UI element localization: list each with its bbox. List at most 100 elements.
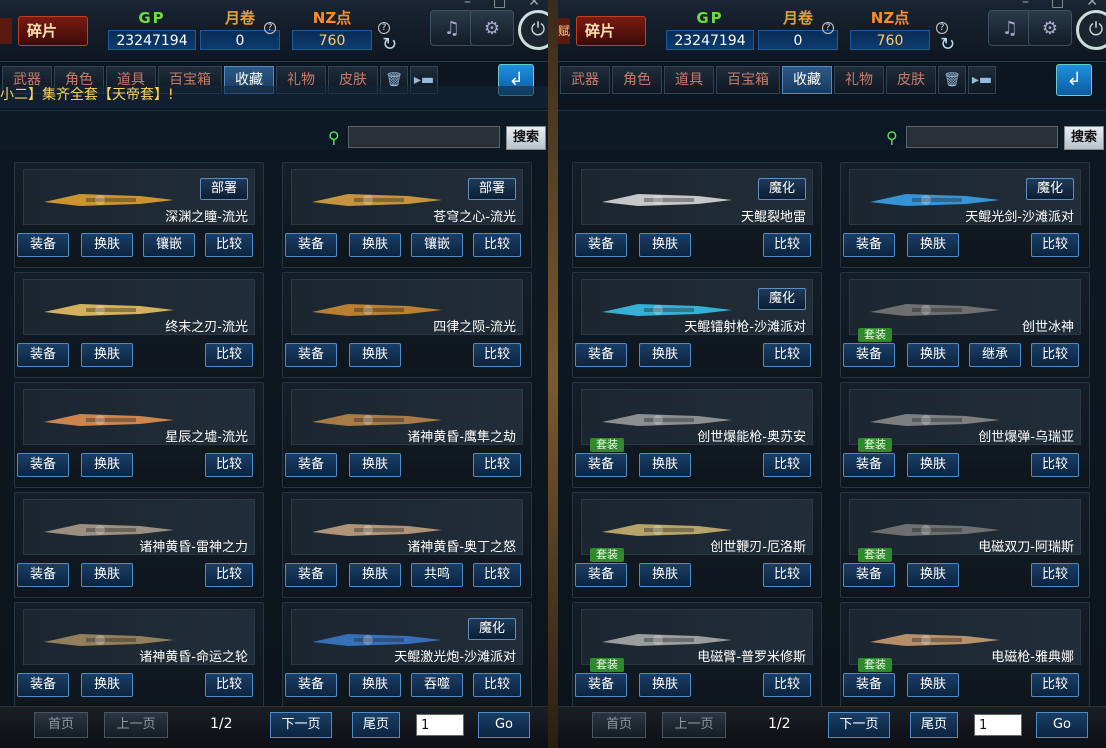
compare-button[interactable]: 比较: [473, 673, 521, 697]
gear-icon[interactable]: ⚙: [1028, 10, 1072, 46]
gear-icon[interactable]: ⚙: [470, 10, 514, 46]
compare-button[interactable]: 比较: [205, 233, 253, 257]
item-badge[interactable]: 魔化: [1025, 178, 1074, 200]
first-page-button[interactable]: 首页: [34, 712, 88, 738]
next-page-button[interactable]: 下一页: [270, 712, 332, 738]
equip-button[interactable]: 装备: [843, 343, 895, 367]
skin-button[interactable]: 换肤: [349, 453, 401, 477]
skin-button[interactable]: 换肤: [907, 233, 959, 257]
skin-button[interactable]: 换肤: [639, 563, 691, 587]
skin-button[interactable]: 换肤: [81, 233, 133, 257]
prev-page-button[interactable]: 上一页: [104, 712, 168, 738]
minimize-button[interactable]: –: [1022, 0, 1029, 10]
equip-button[interactable]: 装备: [575, 453, 627, 477]
skin-button[interactable]: 换肤: [639, 453, 691, 477]
compare-button[interactable]: 比较: [1031, 453, 1079, 477]
skin-button[interactable]: 换肤: [907, 343, 959, 367]
item-card[interactable]: 诸神黄昏-鹰隼之劫 装备 换肤 比较: [282, 382, 532, 488]
equip-button[interactable]: 装备: [843, 233, 895, 257]
next-page-button[interactable]: 下一页: [828, 712, 890, 738]
item-card[interactable]: 魔化 天鲲光剑-沙滩派对 装备 换肤 比较: [840, 162, 1090, 268]
skin-button[interactable]: 换肤: [907, 673, 959, 697]
skin-button[interactable]: 换肤: [907, 453, 959, 477]
item-card[interactable]: 套装 创世冰神 装备 换肤 继承 比较: [840, 272, 1090, 378]
compare-button[interactable]: 比较: [205, 673, 253, 697]
item-card[interactable]: 星辰之墟-流光 装备 换肤 比较: [14, 382, 264, 488]
item-card[interactable]: 部署 苍穹之心-流光 装备 换肤 镶嵌 比较: [282, 162, 532, 268]
item-card[interactable]: 套装 创世爆能枪-奥苏安 装备 换肤 比较: [572, 382, 822, 488]
ticket-help-icon[interactable]: ?: [264, 22, 276, 34]
close-window-button[interactable]: ✕: [528, 0, 540, 10]
equip-button[interactable]: 装备: [17, 453, 69, 477]
skin-button[interactable]: 换肤: [639, 673, 691, 697]
compare-button[interactable]: 比较: [1031, 233, 1079, 257]
skin-button[interactable]: 换肤: [349, 233, 401, 257]
item-card[interactable]: 诸神黄昏-命运之轮 装备 换肤 比较: [14, 602, 264, 708]
item-card[interactable]: 套装 电磁双刀-阿瑞斯 装备 换肤 比较: [840, 492, 1090, 598]
equip-button[interactable]: 装备: [843, 673, 895, 697]
skin-button[interactable]: 换肤: [639, 233, 691, 257]
compare-button[interactable]: 比较: [763, 563, 811, 587]
tab-4[interactable]: 收藏: [782, 66, 832, 94]
equip-button[interactable]: 装备: [285, 453, 337, 477]
compare-button[interactable]: 比较: [473, 563, 521, 587]
tab-6[interactable]: 皮肤: [886, 66, 936, 94]
item-card[interactable]: 终末之刃-流光 装备 换肤 比较: [14, 272, 264, 378]
tab-1[interactable]: 角色: [612, 66, 662, 94]
skin-button[interactable]: 换肤: [639, 343, 691, 367]
power-icon[interactable]: ⏻: [1076, 10, 1106, 50]
trash-icon[interactable]: 🗑: [938, 66, 966, 94]
close-window-button[interactable]: ✕: [1086, 0, 1098, 10]
item-card[interactable]: 魔化 天鲲裂地雷 装备 换肤 比较: [572, 162, 822, 268]
power-icon[interactable]: ⏻: [518, 10, 548, 50]
tab-5[interactable]: 礼物: [834, 66, 884, 94]
refresh-icon[interactable]: ↻: [382, 34, 397, 55]
cart-icon[interactable]: ♫: [988, 10, 1032, 46]
equip-button[interactable]: 装备: [17, 343, 69, 367]
fragments-tab[interactable]: 碎片: [576, 16, 646, 46]
skin-button[interactable]: 换肤: [81, 563, 133, 587]
maximize-button[interactable]: □: [1051, 0, 1064, 10]
item-card[interactable]: 套装 创世鞭刃-厄洛斯 装备 换肤 比较: [572, 492, 822, 598]
compare-button[interactable]: 比较: [1031, 563, 1079, 587]
item-badge[interactable]: 魔化: [757, 288, 806, 310]
item-card[interactable]: 套装 电磁枪-雅典娜 装备 换肤 比较: [840, 602, 1090, 708]
search-button[interactable]: 搜索: [1064, 126, 1104, 150]
extra-action-button[interactable]: 继承: [969, 343, 1021, 367]
page-number-input[interactable]: [974, 714, 1022, 736]
item-card[interactable]: 魔化 天鲲激光炮-沙滩派对 装备 换肤 吞噬 比较: [282, 602, 532, 708]
go-button[interactable]: Go: [478, 712, 530, 738]
compare-button[interactable]: 比较: [205, 343, 253, 367]
compare-button[interactable]: 比较: [205, 563, 253, 587]
item-card[interactable]: 套装 创世爆弹-乌瑞亚 装备 换肤 比较: [840, 382, 1090, 488]
compare-button[interactable]: 比较: [473, 233, 521, 257]
compare-button[interactable]: 比较: [205, 453, 253, 477]
item-badge[interactable]: 魔化: [467, 618, 516, 640]
go-button[interactable]: Go: [1036, 712, 1088, 738]
tab-2[interactable]: 道具: [664, 66, 714, 94]
extra-action-button[interactable]: 镶嵌: [143, 233, 195, 257]
item-card[interactable]: 四律之陨-流光 装备 换肤 比较: [282, 272, 532, 378]
skin-button[interactable]: 换肤: [81, 343, 133, 367]
compare-button[interactable]: 比较: [1031, 673, 1079, 697]
search-input[interactable]: [348, 126, 500, 148]
first-page-button[interactable]: 首页: [592, 712, 646, 738]
compare-button[interactable]: 比较: [763, 453, 811, 477]
extra-action-button[interactable]: 吞噬: [411, 673, 463, 697]
item-badge[interactable]: 部署: [199, 178, 248, 200]
equip-button[interactable]: 装备: [575, 563, 627, 587]
page-number-input[interactable]: [416, 714, 464, 736]
item-card[interactable]: 套装 电磁臂-普罗米修斯 装备 换肤 比较: [572, 602, 822, 708]
item-card[interactable]: 诸神黄昏-奥丁之怒 装备 换肤 共鸣 比较: [282, 492, 532, 598]
toggle-view-icon[interactable]: ▸▬: [968, 66, 996, 94]
extra-action-button[interactable]: 共鸣: [411, 563, 463, 587]
item-card[interactable]: 魔化 天鲲镭射枪-沙滩派对 装备 换肤 比较: [572, 272, 822, 378]
maximize-button[interactable]: □: [493, 0, 506, 10]
equip-button[interactable]: 装备: [575, 233, 627, 257]
search-input[interactable]: [906, 126, 1058, 148]
equip-button[interactable]: 装备: [575, 343, 627, 367]
equip-button[interactable]: 装备: [17, 563, 69, 587]
equip-button[interactable]: 装备: [285, 343, 337, 367]
skin-button[interactable]: 换肤: [349, 563, 401, 587]
item-badge[interactable]: 部署: [467, 178, 516, 200]
